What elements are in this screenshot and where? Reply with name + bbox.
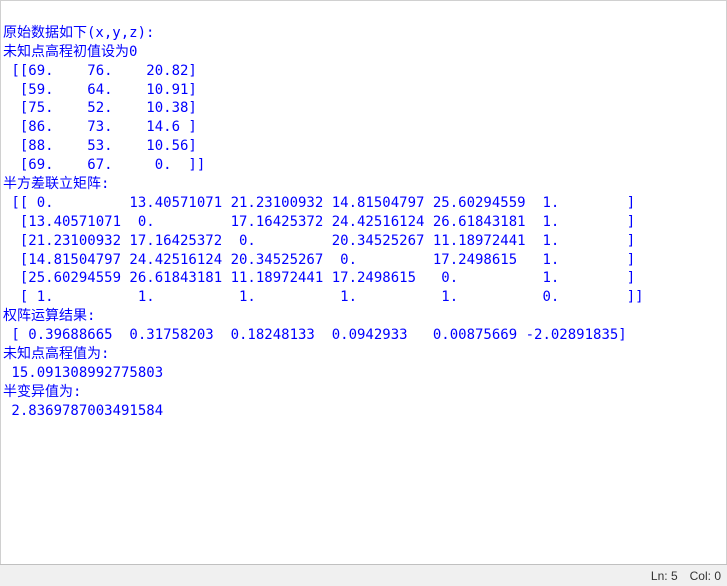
col-value: 0 xyxy=(714,569,721,583)
output-line: [86. 73. 14.6 ] xyxy=(3,119,197,135)
output-line: [[ 0. 13.40571071 21.23100932 14.8150479… xyxy=(3,195,635,211)
output-line: [69. 67. 0. ]] xyxy=(3,157,205,173)
output-line: [13.40571071 0. 17.16425372 24.42516124 … xyxy=(3,214,635,230)
output-line: 2.8369787003491584 xyxy=(3,403,163,419)
output-line: 15.091308992775803 xyxy=(3,365,163,381)
status-col: Col: 0 xyxy=(690,569,721,583)
output-line: [14.81504797 24.42516124 20.34525267 0. … xyxy=(3,252,635,268)
output-line: [21.23100932 17.16425372 0. 20.34525267 … xyxy=(3,233,635,249)
status-line: Ln: 5 xyxy=(651,569,678,583)
output-line: [59. 64. 10.91] xyxy=(3,82,197,98)
output-line: [ 0.39688665 0.31758203 0.18248133 0.094… xyxy=(3,327,627,343)
line-label: Ln: xyxy=(651,569,668,583)
console-output-area: 原始数据如下(x,y,z): 未知点高程初值设为0 [[69. 76. 20.8… xyxy=(0,0,727,564)
output-line: [75. 52. 10.38] xyxy=(3,100,197,116)
output-line: 权阵运算结果: xyxy=(3,308,95,324)
output-line: 未知点高程初值设为0 xyxy=(3,44,137,60)
line-value: 5 xyxy=(671,569,678,583)
output-line: 原始数据如下(x,y,z): xyxy=(3,25,154,41)
output-line: 半方差联立矩阵: xyxy=(3,176,109,192)
output-line: 未知点高程值为: xyxy=(3,346,109,362)
output-line: 半变异值为: xyxy=(3,384,81,400)
status-bar: Ln: 5 Col: 0 xyxy=(0,564,727,586)
output-line: [25.60294559 26.61843181 11.18972441 17.… xyxy=(3,270,635,286)
output-line: [ 1. 1. 1. 1. 1. 0. ]] xyxy=(3,289,644,305)
col-label: Col: xyxy=(690,569,711,583)
output-line: [[69. 76. 20.82] xyxy=(3,63,197,79)
output-line: [88. 53. 10.56] xyxy=(3,138,197,154)
